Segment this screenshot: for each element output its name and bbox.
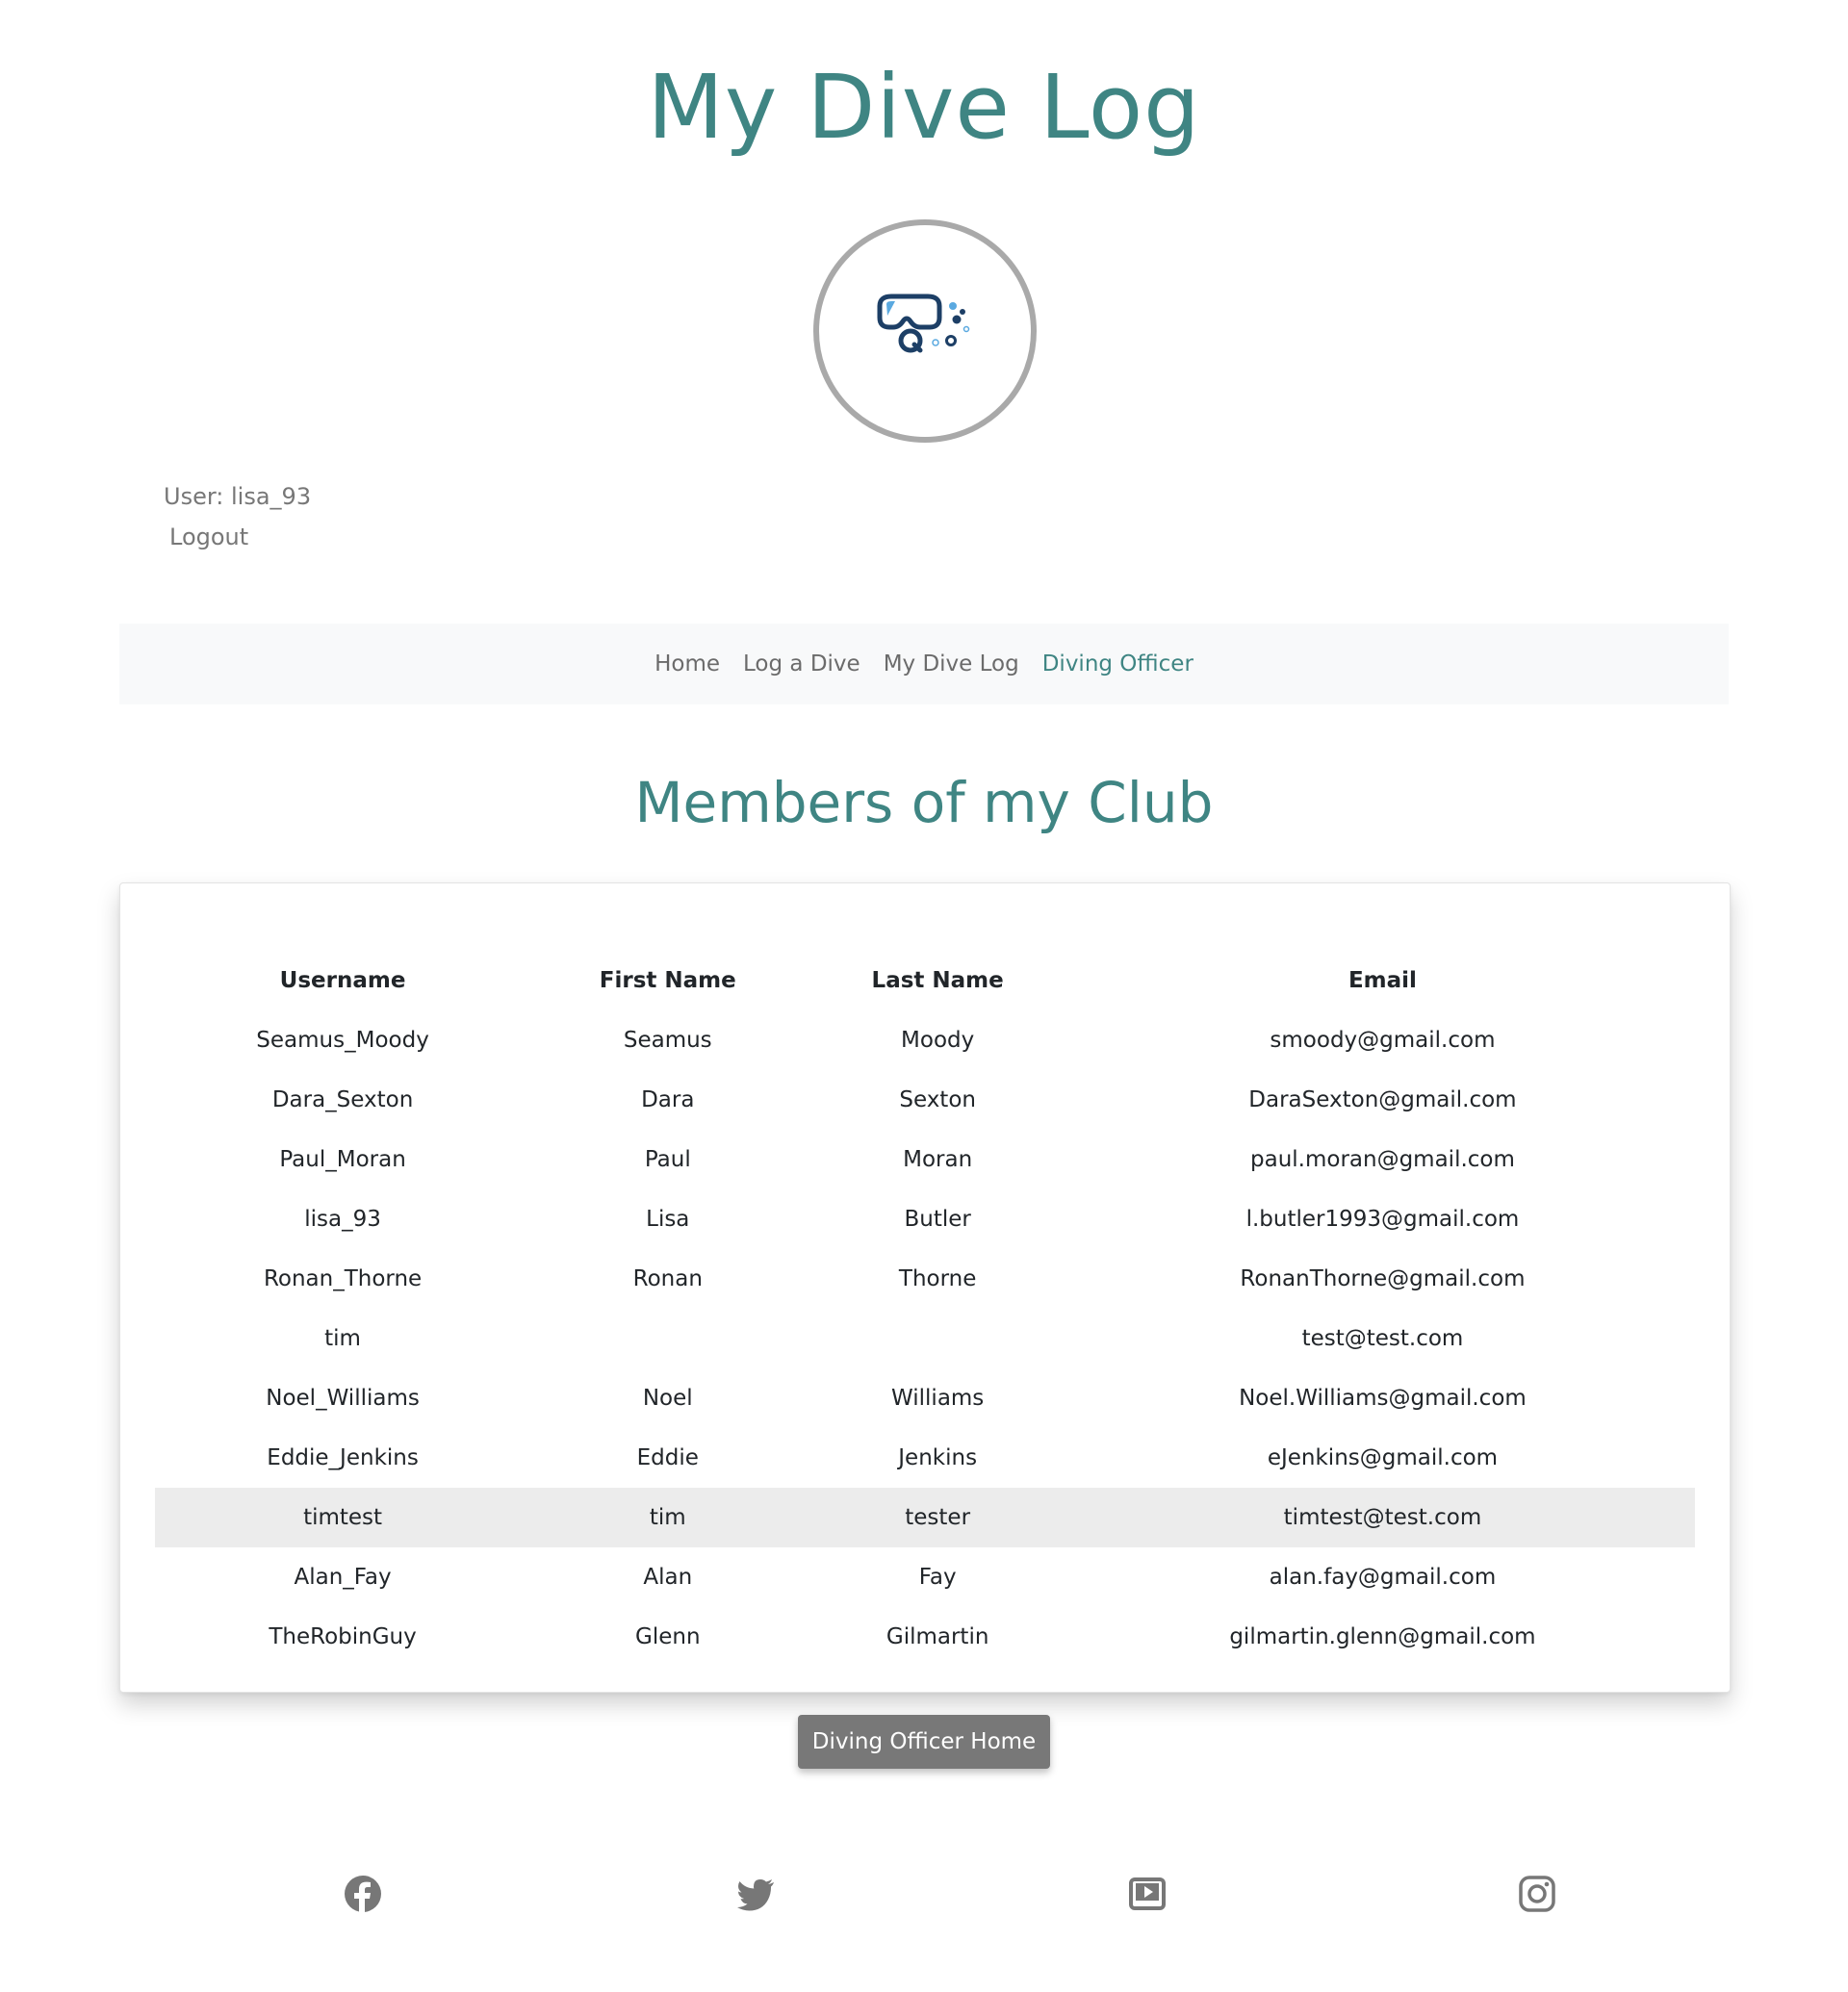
- youtube-icon[interactable]: [1128, 1875, 1167, 1913]
- cell-email: RonanThorne@gmail.com: [1240, 1266, 1526, 1291]
- cell-first-name: Lisa: [646, 1207, 690, 1232]
- table-row: tim test@test.com: [155, 1309, 1695, 1368]
- cell-email: test@test.com: [1301, 1326, 1464, 1351]
- table-row: Dara_Sexton Dara Sexton DaraSexton@gmail…: [155, 1070, 1695, 1130]
- table-row: Eddie_Jenkins Eddie Jenkins eJenkins@gma…: [155, 1428, 1695, 1488]
- cell-email: timtest@test.com: [1069, 1488, 1695, 1547]
- facebook-icon[interactable]: [344, 1875, 382, 1913]
- cell-first-name: Eddie: [636, 1445, 699, 1470]
- cell-last-name: Jenkins: [898, 1445, 978, 1470]
- cell-last-name: Sexton: [899, 1087, 976, 1112]
- header-username: Username: [279, 968, 406, 993]
- cell-first-name: Alan: [643, 1565, 693, 1590]
- members-table: Username First Name Last Name Email Seam…: [155, 951, 1695, 1667]
- cell-username: Noel_Williams: [266, 1386, 420, 1411]
- cell-last-name: Fay: [918, 1565, 957, 1590]
- main-navbar: Home Log a Dive My Dive Log Diving Offic…: [119, 624, 1729, 704]
- instagram-icon[interactable]: [1518, 1875, 1556, 1913]
- diving-officer-home-button[interactable]: Diving Officer Home: [798, 1715, 1050, 1769]
- logout-link[interactable]: Logout: [164, 517, 311, 557]
- table-row: Paul_Moran Paul Moran paul.moran@gmail.c…: [155, 1130, 1695, 1189]
- cell-username: Seamus_Moody: [256, 1028, 429, 1053]
- table-row-highlighted: timtest tim tester timtest@test.com: [155, 1488, 1695, 1547]
- cell-username: Alan_Fay: [294, 1565, 392, 1590]
- cell-username: tim: [324, 1326, 361, 1351]
- cell-username: Ronan_Thorne: [263, 1266, 423, 1291]
- site-title: My Dive Log: [647, 56, 1201, 159]
- members-card: Username First Name Last Name Email Seam…: [119, 882, 1731, 1693]
- cell-last-name: Moran: [903, 1147, 973, 1172]
- logo: [813, 219, 1037, 443]
- table-row: TheRobinGuy Glenn Gilmartin gilmartin.gl…: [155, 1607, 1695, 1667]
- cell-email: gilmartin.glenn@gmail.com: [1229, 1624, 1536, 1649]
- page-title: Members of my Club: [634, 770, 1214, 835]
- nav-item-my-dive-log[interactable]: My Dive Log: [872, 651, 1031, 677]
- diving-mask-icon: [877, 294, 970, 353]
- cell-last-name: Williams: [891, 1386, 985, 1411]
- user-label: User: lisa_93: [164, 483, 312, 510]
- cell-email: Noel.Williams@gmail.com: [1239, 1386, 1527, 1411]
- table-row: lisa_93 Lisa Butler l.butler1993@gmail.c…: [155, 1189, 1695, 1249]
- cell-last-name: [805, 1309, 1070, 1368]
- nav-item-diving-officer[interactable]: Diving Officer: [1031, 651, 1205, 677]
- header-email: Email: [1348, 968, 1417, 993]
- cell-first-name: Dara: [641, 1087, 695, 1112]
- table-row: Seamus_Moody Seamus Moody smoody@gmail.c…: [155, 1010, 1695, 1070]
- table-header-row: Username First Name Last Name Email: [155, 951, 1695, 1010]
- cell-last-name: Gilmartin: [886, 1624, 989, 1649]
- cell-email: alan.fay@gmail.com: [1269, 1565, 1497, 1590]
- twitter-icon[interactable]: [737, 1875, 776, 1913]
- cell-last-name: Moody: [901, 1028, 975, 1053]
- nav-item-log-a-dive[interactable]: Log a Dive: [732, 651, 872, 677]
- header-last-name: Last Name: [871, 968, 1004, 993]
- cell-last-name: Thorne: [898, 1266, 977, 1291]
- cell-first-name: Glenn: [635, 1624, 701, 1649]
- cell-first-name: [530, 1309, 805, 1368]
- cell-email: eJenkins@gmail.com: [1267, 1445, 1499, 1470]
- cell-username: timtest: [155, 1488, 531, 1547]
- user-block: User: lisa_93 Logout: [164, 476, 311, 557]
- cell-email: DaraSexton@gmail.com: [1248, 1087, 1517, 1112]
- cell-last-name: Butler: [904, 1207, 971, 1232]
- table-row: Ronan_Thorne Ronan Thorne RonanThorne@gm…: [155, 1249, 1695, 1309]
- cell-username: Eddie_Jenkins: [267, 1445, 419, 1470]
- header-first-name: First Name: [599, 968, 736, 993]
- cell-username: Paul_Moran: [279, 1147, 406, 1172]
- cell-email: smoody@gmail.com: [1270, 1028, 1496, 1053]
- table-row: Alan_Fay Alan Fay alan.fay@gmail.com: [155, 1547, 1695, 1607]
- cell-username: Dara_Sexton: [271, 1087, 414, 1112]
- cell-first-name: Noel: [642, 1386, 693, 1411]
- cell-email: l.butler1993@gmail.com: [1245, 1207, 1520, 1232]
- nav-item-home[interactable]: Home: [643, 651, 732, 677]
- cell-email: paul.moran@gmail.com: [1250, 1147, 1515, 1172]
- cell-first-name: Seamus: [623, 1028, 712, 1053]
- cell-username: TheRobinGuy: [269, 1624, 417, 1649]
- cell-first-name: Ronan: [632, 1266, 703, 1291]
- cell-first-name: Paul: [644, 1147, 691, 1172]
- table-row: Noel_Williams Noel Williams Noel.William…: [155, 1368, 1695, 1428]
- cell-username: lisa_93: [304, 1207, 381, 1232]
- cell-first-name: tim: [530, 1488, 806, 1547]
- cell-last-name: tester: [805, 1488, 1070, 1547]
